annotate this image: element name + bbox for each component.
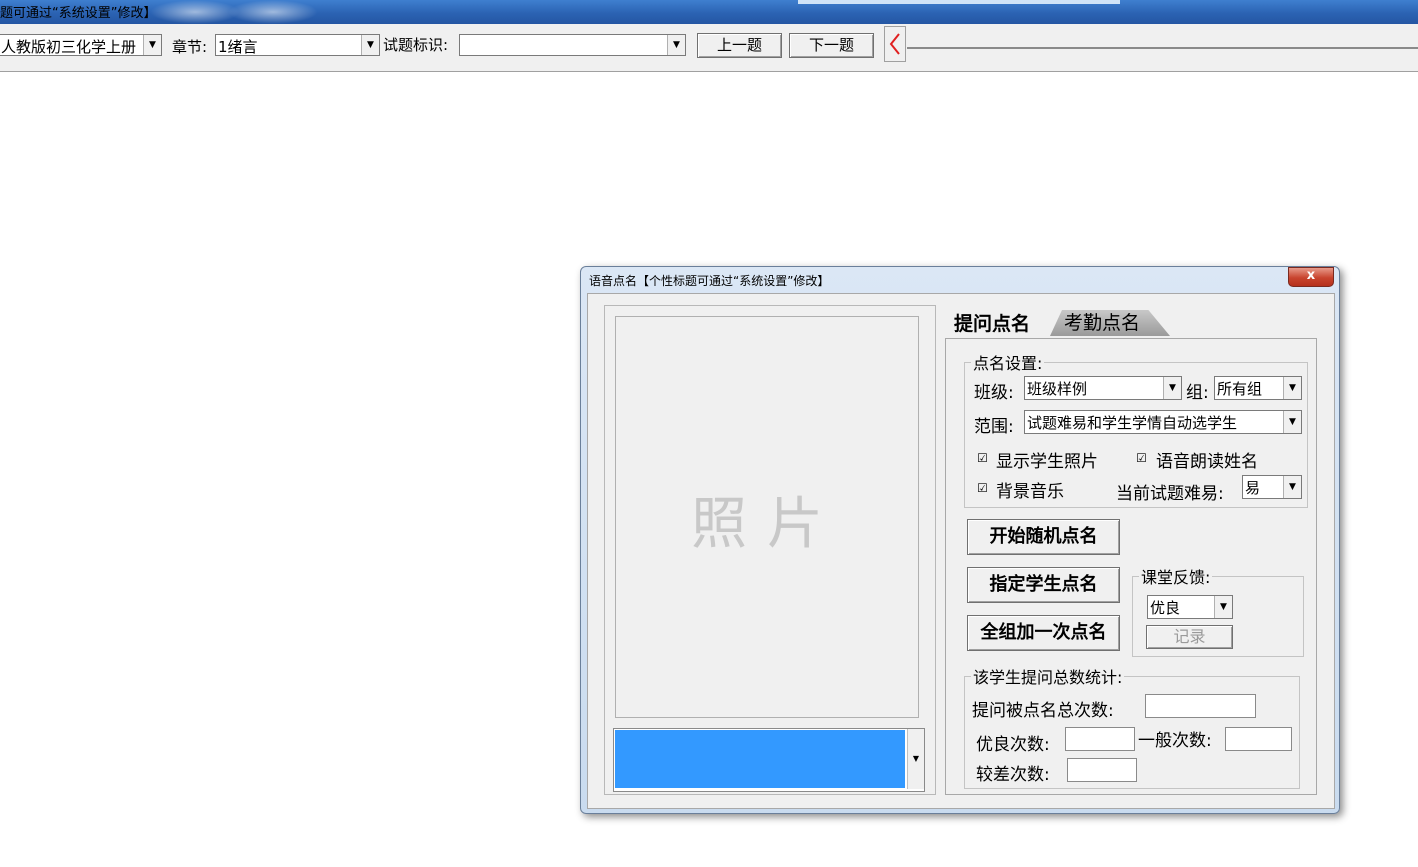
- total-count-label: 提问被点名总次数:: [972, 701, 1114, 721]
- dialog-client-area: 照片 ▼ 考勤点名 提问点名 点名设置: 班级: 班级样例 ▼ 组: 所有组 ▼…: [587, 293, 1335, 809]
- good-count-field[interactable]: [1065, 727, 1135, 751]
- feedback-select[interactable]: 优良 ▼: [1147, 595, 1233, 619]
- good-count-label: 优良次数:: [976, 735, 1050, 755]
- voice-read-label: 语音朗读姓名: [1156, 452, 1258, 472]
- chevron-down-icon[interactable]: ▼: [1214, 596, 1232, 618]
- designate-student-button[interactable]: 指定学生点名: [967, 567, 1120, 603]
- chevron-left-icon: [889, 33, 900, 55]
- prev-question-button[interactable]: 上一题: [697, 33, 782, 58]
- student-name-selection: [615, 730, 905, 788]
- difficulty-select[interactable]: 易 ▼: [1242, 475, 1302, 499]
- chapter-select-value: 1绪言: [218, 38, 258, 56]
- difficulty-label: 当前试题难易:: [1116, 484, 1224, 504]
- tab-attendance-rollcall[interactable]: 考勤点名: [1050, 310, 1171, 336]
- window-title-bar: 题可通过“系统设置”修改】: [0, 0, 1418, 24]
- chevron-down-icon[interactable]: ▼: [907, 729, 924, 789]
- title-glow-decoration: [228, 0, 318, 24]
- window-title: 题可通过“系统设置”修改】: [0, 6, 157, 21]
- record-feedback-button[interactable]: 记录: [1146, 625, 1233, 649]
- stats-legend: 该学生提问总数统计:: [973, 668, 1123, 687]
- chevron-down-icon[interactable]: ▼: [361, 35, 379, 55]
- dialog-title: 语音点名【个性标题可通过“系统设置”修改】: [589, 274, 830, 288]
- textbook-select-value: 人教版初三化学上册: [1, 38, 137, 56]
- chevron-down-icon[interactable]: ▼: [1283, 411, 1301, 433]
- range-select-value: 试题难易和学生学情自动选学生: [1027, 414, 1238, 432]
- collapse-panel-button[interactable]: [884, 26, 906, 62]
- close-icon: x: [1306, 268, 1316, 283]
- chapter-select[interactable]: 1绪言 ▼: [215, 34, 380, 56]
- show-photo-label: 显示学生照片: [996, 452, 1098, 472]
- chevron-down-icon[interactable]: ▼: [1163, 377, 1181, 399]
- show-photo-checkbox[interactable]: ☑: [977, 452, 988, 464]
- normal-count-label: 一般次数:: [1138, 731, 1212, 751]
- poor-count-field[interactable]: [1067, 758, 1137, 782]
- textbook-select[interactable]: 人教版初三化学上册 ▼: [0, 34, 162, 56]
- feedback-legend: 课堂反馈:: [1141, 568, 1211, 587]
- toolbar-divider: [907, 47, 1418, 49]
- group-select[interactable]: 所有组 ▼: [1214, 376, 1302, 400]
- chapter-label: 章节:: [172, 38, 208, 56]
- difficulty-select-value: 易: [1245, 479, 1261, 497]
- student-name-select[interactable]: ▼: [613, 728, 925, 792]
- range-label: 范围:: [974, 417, 1014, 437]
- group-add-rollcall-button[interactable]: 全组加一次点名: [967, 615, 1120, 651]
- title-glow-decoration: [150, 0, 240, 24]
- normal-count-field[interactable]: [1225, 727, 1292, 751]
- start-random-rollcall-button[interactable]: 开始随机点名: [967, 519, 1120, 555]
- bg-music-checkbox[interactable]: ☑: [977, 482, 988, 494]
- class-select-value: 班级样例: [1027, 380, 1088, 398]
- tab-question-rollcall[interactable]: 提问点名: [946, 310, 1039, 338]
- photo-placeholder: 照片: [691, 492, 843, 557]
- group-select-value: 所有组: [1217, 380, 1263, 398]
- voice-read-checkbox[interactable]: ☑: [1136, 452, 1147, 464]
- chevron-down-icon[interactable]: ▼: [143, 35, 161, 55]
- bg-music-label: 背景音乐: [996, 482, 1064, 502]
- feedback-select-value: 优良: [1150, 599, 1181, 617]
- title-bar-panel: [798, 0, 1120, 4]
- next-question-button[interactable]: 下一题: [789, 33, 874, 58]
- poor-count-label: 较差次数:: [976, 765, 1050, 785]
- group-label: 组:: [1186, 383, 1209, 403]
- question-id-label: 试题标识:: [383, 36, 449, 54]
- class-select[interactable]: 班级样例 ▼: [1024, 376, 1182, 400]
- chevron-down-icon[interactable]: ▼: [667, 35, 685, 55]
- student-photo: 照片: [615, 316, 919, 718]
- photo-group: 照片 ▼: [604, 305, 936, 795]
- voice-rollcall-dialog: 语音点名【个性标题可通过“系统设置”修改】 x 照片 ▼ 考勤点名 提问点名 点…: [580, 266, 1340, 814]
- question-id-select[interactable]: ▼: [459, 34, 686, 56]
- range-select[interactable]: 试题难易和学生学情自动选学生 ▼: [1024, 410, 1302, 434]
- settings-legend: 点名设置:: [973, 354, 1043, 373]
- chevron-down-icon[interactable]: ▼: [1283, 377, 1301, 399]
- total-count-field[interactable]: [1145, 694, 1256, 718]
- close-button[interactable]: x: [1288, 267, 1334, 287]
- chevron-down-icon[interactable]: ▼: [1283, 476, 1301, 498]
- class-label: 班级:: [974, 383, 1014, 403]
